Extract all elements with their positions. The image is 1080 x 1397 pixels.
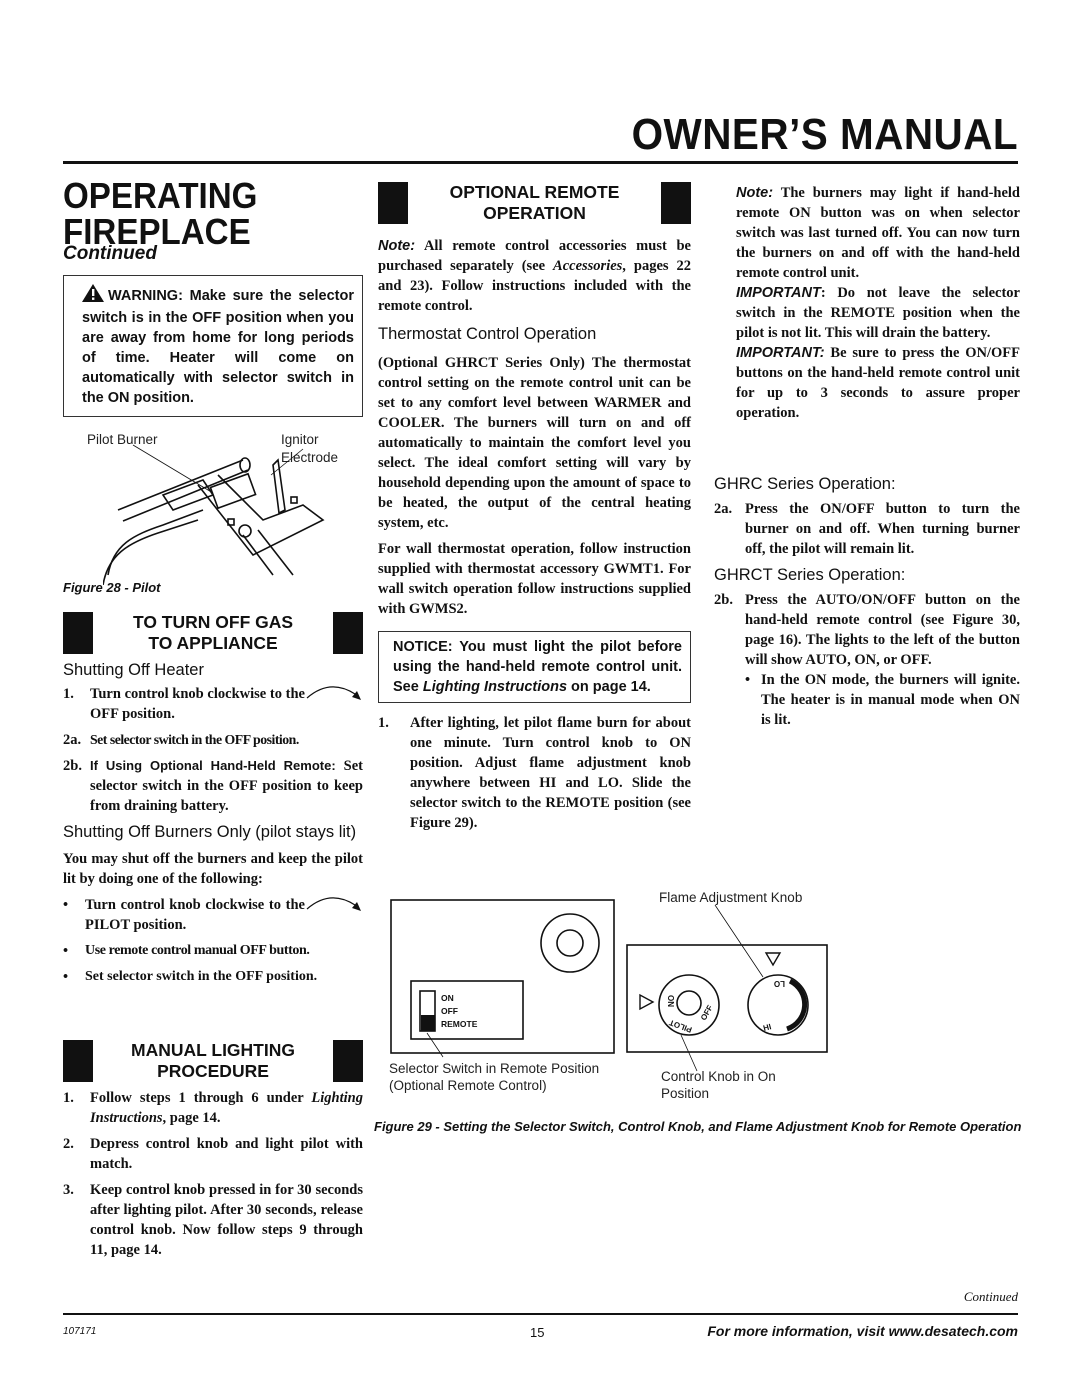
figure-29: ON OFF REMOTE ON PILOT OFF LO HI Flame A…: [385, 885, 1035, 1110]
figure-28: Pilot Burner Ignitor Electrode Figure 28…: [63, 425, 363, 595]
heading-line-1: TO TURN OFF GAS: [132, 612, 294, 632]
label-control-knob-position: Position: [661, 1086, 710, 1101]
document-number: 107171: [63, 1326, 97, 1337]
ghrct-step: 2b. Press the AUTO/ON/OFF button on the …: [714, 592, 1020, 668]
step-2b: 2b. If Using Optional Hand-Held Remote: …: [63, 758, 363, 814]
figure-28-caption: Figure 28 - Pilot: [63, 580, 161, 595]
valve-panel: [626, 944, 828, 1053]
lighting-step-1: 1. Follow steps 1 through 6 under Lighti…: [63, 1090, 363, 1126]
knob-label-pilot: PILOT: [668, 1018, 693, 1035]
ghrc-step: 2a. Press the ON/OFF button to turn the …: [714, 501, 1020, 557]
remote-operation-section: OPTIONAL REMOTE OPERATION Note: All remo…: [378, 182, 691, 839]
switch-label-on: ON: [441, 993, 454, 1003]
panel-knob-inner: [556, 929, 584, 957]
warning-text: WARNING: Make sure the selector switch i…: [82, 288, 354, 406]
remote-note: Note: All remote control accessories mus…: [378, 238, 691, 314]
lighting-step-2: 2. Depress control knob and light pilot …: [63, 1136, 363, 1172]
footer-continued: Continued: [963, 1289, 1018, 1304]
series-operation: GHRC Series Operation: 2a. Press the ON/…: [714, 470, 1020, 736]
thermostat-heading: Thermostat Control Operation: [378, 325, 597, 343]
step-1: 1. Turn control knob clockwise to the OF…: [63, 684, 363, 724]
section-title-line-1: OPERATING: [63, 175, 258, 216]
manual-lighting-heading: MANUAL LIGHTING PROCEDURE: [63, 1040, 363, 1082]
label-flame-adjustment-knob: Flame Adjustment Knob: [659, 890, 803, 905]
bullet-3: • Set selector switch in the OFF positio…: [63, 969, 318, 985]
burners-note: Note: The burners may light if hand-held…: [736, 185, 1020, 281]
control-knob-center: [676, 990, 702, 1016]
remote-operation-heading: OPTIONAL REMOTE OPERATION: [378, 182, 691, 224]
remote-step-1: 1. After lighting, let pilot flame burn …: [378, 715, 691, 831]
turn-off-gas-heading: TO TURN OFF GAS TO APPLIANCE: [63, 612, 363, 654]
selector-switch-knob: [421, 1015, 435, 1031]
pilot-assembly-drawing: [103, 444, 325, 585]
thermostat-paragraph-1: (Optional GHRCT Series Only) The thermos…: [378, 355, 691, 531]
label-selector-switch-note: (Optional Remote Control): [389, 1078, 547, 1093]
turn-off-gas-section: TO TURN OFF GAS TO APPLIANCE Shutting Of…: [63, 612, 363, 993]
ghrct-bullet: • In the ON mode, the burners will ignit…: [745, 672, 1020, 728]
flame-label-lo: LO: [774, 979, 785, 988]
shutting-off-burners-heading: Shutting Off Burners Only (pilot stays l…: [63, 823, 357, 841]
panel-knob-outer: [540, 913, 600, 973]
section-title: OPERATING FIREPLACE: [63, 178, 257, 250]
step-2a: 2a. Set selector switch in the OFF posit…: [63, 732, 299, 748]
heading-line-2: TO APPLIANCE: [148, 633, 278, 653]
warning-triangle-icon: [82, 284, 104, 308]
manual-title: OWNER’S MANUAL: [631, 110, 1018, 159]
footer-rule: [63, 1313, 1018, 1315]
heading-bar-right: [333, 612, 363, 654]
label-control-knob: Control Knob in On: [661, 1069, 776, 1084]
important-1: IMPORTANT: Do not leave the selector swi…: [736, 285, 1020, 341]
ghrct-heading: GHRCT Series Operation:: [714, 566, 906, 584]
bullet-2: • Use remote control manual OFF button.: [63, 943, 310, 959]
switch-label-remote: REMOTE: [441, 1019, 478, 1029]
more-info-link[interactable]: For more information, visit www.desatech…: [707, 1323, 1018, 1339]
shutting-off-heater-heading: Shutting Off Heater: [63, 661, 204, 679]
lighting-step-3: 3. Keep control knob pressed in for 30 s…: [63, 1182, 363, 1258]
important-2: IMPORTANT: Be sure to press the ON/OFF b…: [736, 345, 1020, 421]
figure-29-caption: Figure 29 - Setting the Selector Switch,…: [374, 1119, 1022, 1134]
knob-label-on: ON: [666, 995, 675, 1007]
right-column: Note: The burners may light if hand-held…: [736, 183, 1020, 423]
section-continued: Continued: [63, 243, 157, 264]
switch-label-off: OFF: [441, 1006, 458, 1016]
clockwise-arrow-icon: [306, 686, 361, 700]
warning-box: WARNING: Make sure the selector switch i…: [63, 275, 363, 417]
thermostat-paragraph-2: For wall thermostat operation, follow in…: [378, 541, 691, 617]
label-selector-switch: Selector Switch in Remote Position: [389, 1061, 600, 1076]
clockwise-arrow-icon: [306, 897, 361, 911]
ghrc-heading: GHRC Series Operation:: [714, 475, 896, 493]
page-number: 15: [530, 1325, 545, 1340]
shut-off-intro: You may shut off the burners and keep th…: [63, 851, 363, 887]
manual-lighting-section: MANUAL LIGHTING PROCEDURE 1. Follow step…: [63, 1040, 363, 1266]
notice-box: NOTICE: You must light the pilot before …: [378, 631, 691, 703]
heading-bar-left: [63, 612, 93, 654]
bullet-1: • Turn control knob clockwise to the PIL…: [63, 895, 363, 935]
flame-label-hi: HI: [762, 1022, 772, 1033]
header-rule: [63, 161, 1018, 164]
